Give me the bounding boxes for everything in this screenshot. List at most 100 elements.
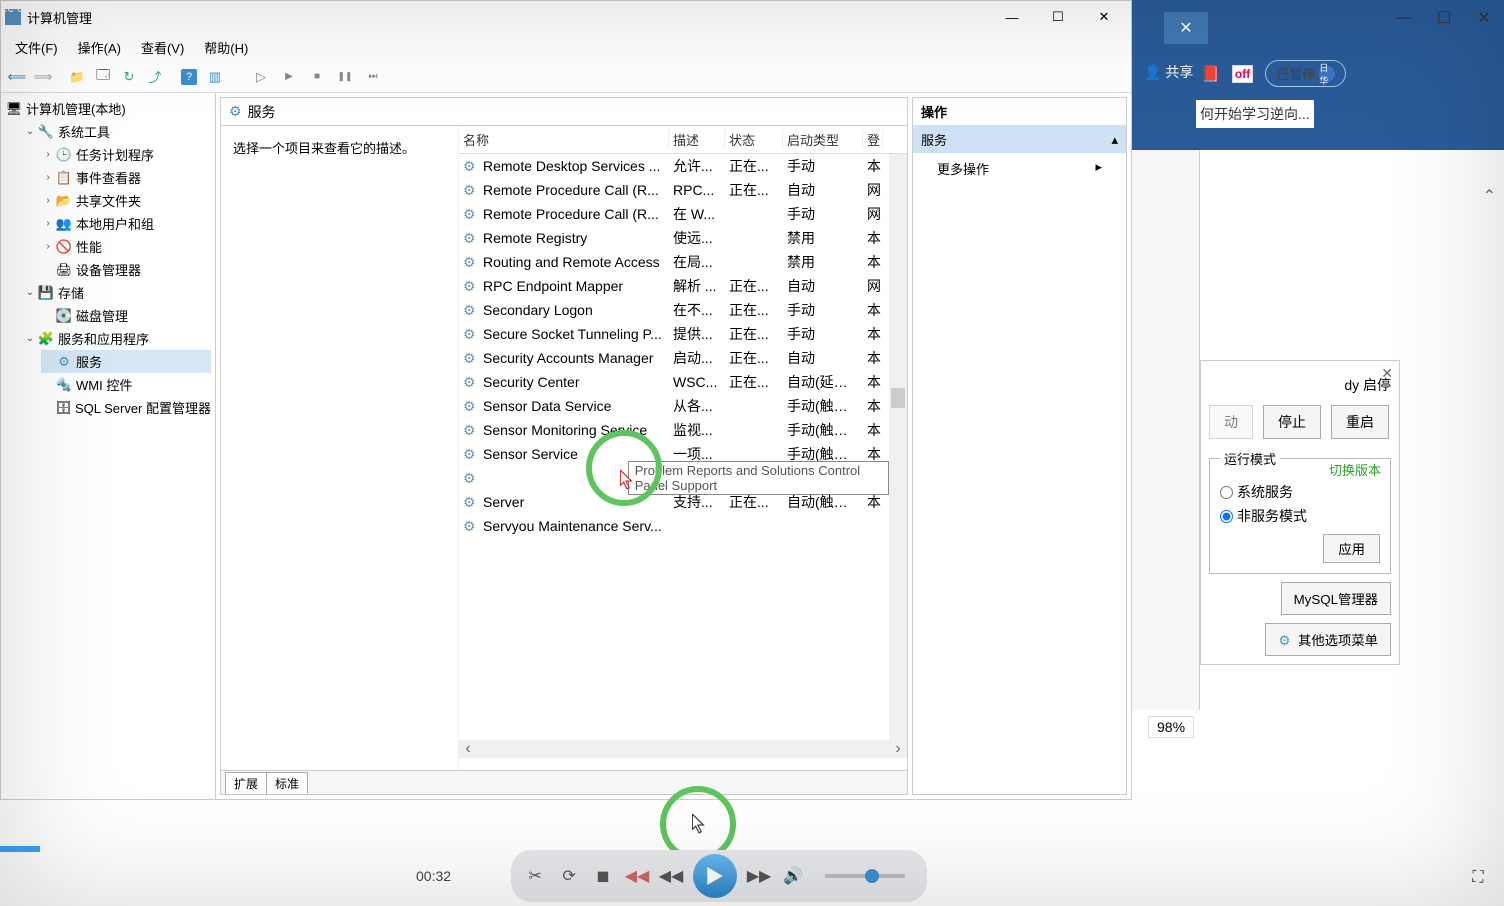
loop-button[interactable]: ⟳ [557,864,581,888]
scroll-left-icon[interactable]: ‹ [459,740,477,758]
service-start2-button[interactable] [277,65,301,89]
services-list-header[interactable]: 名称 描述 状态 启动类型 登 [459,126,907,154]
scroll-right-icon[interactable]: › [889,740,907,758]
tree-device-manager[interactable]: 🖨设备管理器 [41,258,211,281]
word-close-button[interactable]: ✕ [1164,12,1208,44]
phpstudy-close-button[interactable]: ✕ [1381,365,1393,382]
service-row[interactable]: Problem Reports and Solutions Control Pa… [459,466,907,490]
actions-section-services[interactable]: 服务 ▴ [913,126,1126,153]
collapse-icon[interactable]: ▴ [1111,132,1118,148]
prev-button[interactable]: ◀◀ [625,864,649,888]
service-row[interactable]: RPC Endpoint Mapper解析 ...正在...自动网 [459,274,907,298]
radio-system-service[interactable]: 系统服务 [1220,482,1380,502]
service-row[interactable]: Servyou Maintenance Serv... [459,514,907,538]
tree-wmi[interactable]: 🔩WMI 控件 [41,373,211,396]
tree-disk-mgmt[interactable]: 💽磁盘管理 [41,304,211,327]
pane-toggle-button[interactable]: ▥ [203,65,227,89]
youdao-pause-button[interactable]: 已暂停 日华 [1265,60,1346,87]
navigation-tree[interactable]: 🖥 计算机管理(本地) ⌄ 🔧 系统工具 ›🕒任务计划程序 ›📋事件查看器 ›📂… [1,93,216,799]
word-share-button[interactable]: 👤 共享 [1136,56,1201,88]
service-row[interactable]: Server支持...正在...自动(触发...本 [459,490,907,514]
off-icon[interactable]: off [1232,65,1253,83]
tab-extended[interactable]: 扩展 [225,772,267,794]
tree-event-viewer[interactable]: ›📋事件查看器 [41,166,211,189]
bg-close-button[interactable]: ✕ [1464,0,1504,36]
nav-back-button[interactable] [5,65,29,89]
service-stop-button[interactable] [305,65,329,89]
collapse-icon[interactable]: ⌄ [23,126,37,137]
service-restart-button[interactable] [361,65,385,89]
horizontal-scrollbar[interactable]: ‹ › [459,740,907,758]
volume-slider[interactable] [825,874,905,878]
chevron-up-icon[interactable]: ⌃ [1483,186,1496,206]
phpstudy-other-menu-button[interactable]: 其他选项菜单 [1265,623,1391,656]
stop-button[interactable]: ◼ [591,864,615,888]
nav-forward-button[interactable] [31,65,55,89]
collapse-icon[interactable]: ⌄ [23,333,37,344]
properties-button[interactable] [91,65,115,89]
tab-standard[interactable]: 标准 [266,772,308,794]
service-row[interactable]: Remote Procedure Call (R...在 W...手动网 [459,202,907,226]
export-button[interactable] [143,65,167,89]
phpstudy-switch-version[interactable]: 切换版本 [1326,460,1384,479]
service-row[interactable]: Sensor Data Service从各...手动(触发...本 [459,394,907,418]
service-row[interactable]: Sensor Monitoring Service监视...手动(触发...本 [459,418,907,442]
menu-action[interactable]: 操作(A) [68,35,131,60]
phpstudy-other-button[interactable]: 动 [1209,405,1253,439]
play-button[interactable] [693,854,737,898]
menu-view[interactable]: 查看(V) [131,35,194,60]
vertical-scrollbar[interactable] [889,154,907,740]
help-button[interactable] [177,65,201,89]
column-desc[interactable]: 描述 [669,130,725,149]
tree-services-apps[interactable]: ⌄ 🧩 服务和应用程序 [23,327,211,350]
column-logon[interactable]: 登 [863,130,883,149]
tree-services[interactable]: 服务 [41,350,211,373]
forward-button[interactable]: ▶▶ [747,864,771,888]
gear-icon [463,278,479,294]
actions-more[interactable]: 更多操作 ▸ [913,153,1126,184]
minimize-button[interactable]: — [989,2,1035,32]
service-row[interactable]: Remote Desktop Services ...允许...正在...手动本 [459,154,907,178]
menu-file[interactable]: 文件(F) [5,35,68,60]
volume-button[interactable]: 🔊 [781,864,805,888]
service-pause-button[interactable] [333,65,357,89]
phpstudy-stop-button[interactable]: 停止 [1263,405,1321,439]
service-row[interactable]: Routing and Remote Access在局...禁用本 [459,250,907,274]
service-row[interactable]: Remote Registry使远...禁用本 [459,226,907,250]
column-startup[interactable]: 启动类型 [783,130,863,149]
video-progress-bar[interactable] [0,846,40,852]
tree-local-users[interactable]: ›👥本地用户和组 [41,212,211,235]
service-row[interactable]: Secure Socket Tunneling P...提供...正在...手动… [459,322,907,346]
tree-shared-folders[interactable]: ›📂共享文件夹 [41,189,211,212]
bg-maximize-button[interactable]: ☐ [1424,0,1464,36]
tree-system-tools[interactable]: ⌄ 🔧 系统工具 [23,120,211,143]
tree-root[interactable]: 🖥 计算机管理(本地) [5,97,211,120]
fullscreen-button[interactable]: ⛶ [1466,866,1490,890]
dict-icon[interactable]: 📕 [1200,64,1220,84]
service-row[interactable]: Secondary Logon在不...正在...手动本 [459,298,907,322]
bg-minimize-button[interactable]: — [1384,0,1424,36]
close-button[interactable]: ✕ [1081,2,1127,32]
phpstudy-mysql-button[interactable]: MySQL管理器 [1281,582,1391,615]
services-list[interactable]: 名称 描述 状态 启动类型 登 Remote Desktop Services … [459,126,907,770]
column-name[interactable]: 名称 [459,130,669,149]
maximize-button[interactable]: ☐ [1035,2,1081,32]
service-row[interactable]: Security Accounts Manager启动...正在...自动本 [459,346,907,370]
menu-help[interactable]: 帮助(H) [194,35,258,60]
snapshot-button[interactable]: ✂ [523,864,547,888]
collapse-icon[interactable]: ⌄ [23,287,37,298]
tree-task-scheduler[interactable]: ›🕒任务计划程序 [41,143,211,166]
rewind-button[interactable]: ◀◀ [659,864,683,888]
service-start-button[interactable] [249,65,273,89]
tree-performance[interactable]: ›🚫性能 [41,235,211,258]
tree-sql-mgr[interactable]: 🗄SQL Server 配置管理器 [41,396,211,419]
tree-storage[interactable]: ⌄ 💾 存储 [23,281,211,304]
service-row[interactable]: Security CenterWSC...正在...自动(延迟...本 [459,370,907,394]
phpstudy-restart-button[interactable]: 重启 [1331,405,1389,439]
phpstudy-apply-button[interactable]: 应用 [1323,534,1380,563]
radio-non-service[interactable]: 非服务模式 [1220,506,1380,526]
service-row[interactable]: Remote Procedure Call (R...RPC...正在...自动… [459,178,907,202]
column-status[interactable]: 状态 [725,130,783,149]
up-button[interactable] [65,65,89,89]
refresh-button[interactable] [117,65,141,89]
